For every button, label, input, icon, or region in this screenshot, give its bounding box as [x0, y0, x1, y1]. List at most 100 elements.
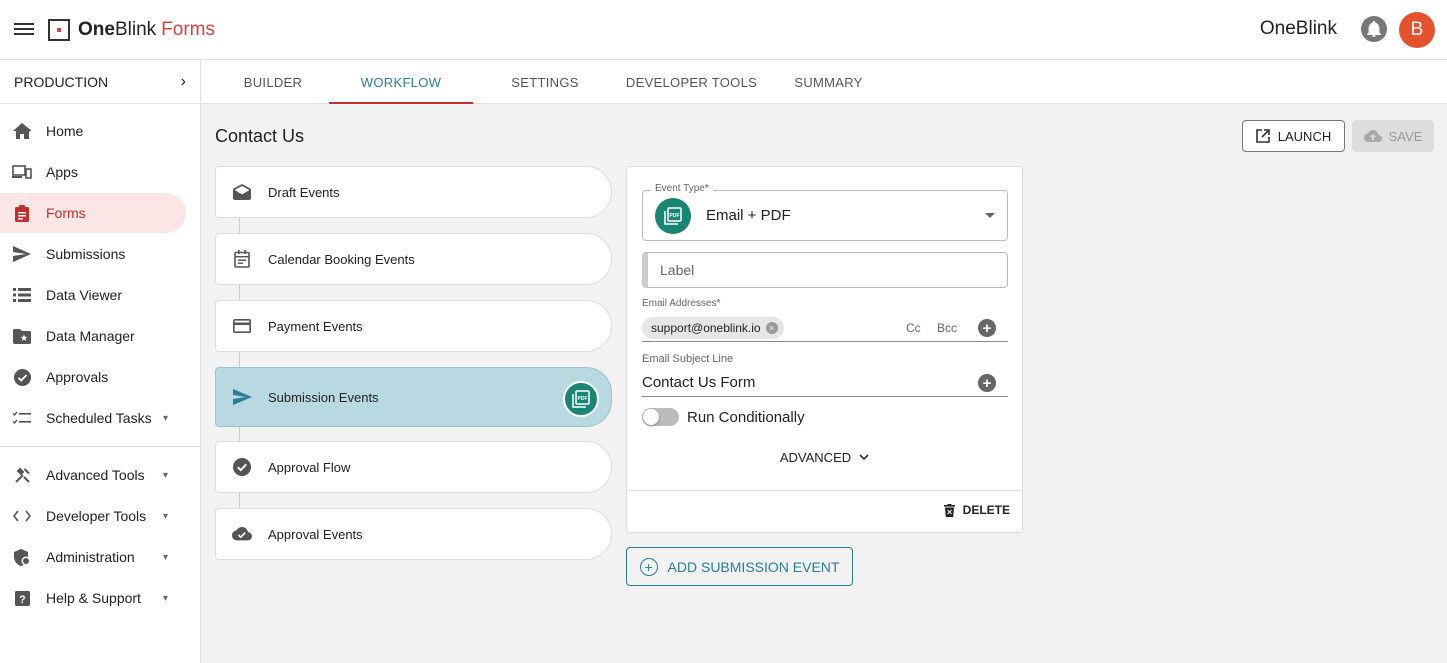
- advanced-toggle-button[interactable]: ADVANCED: [627, 450, 1022, 465]
- sidebar-item-data-viewer[interactable]: Data Viewer: [0, 275, 186, 315]
- calendar-icon: [232, 249, 252, 269]
- chevron-down-icon: ▾: [162, 412, 168, 424]
- sidebar-item-label: Home: [46, 123, 84, 139]
- sidebar-item-administration[interactable]: Administration ▾: [0, 537, 186, 577]
- sidebar-item-data-manager[interactable]: Data Manager: [0, 316, 186, 356]
- event-payment-events[interactable]: Payment Events: [215, 300, 612, 352]
- connector-line: [239, 285, 240, 300]
- sidebar-item-approvals[interactable]: Approvals: [0, 357, 186, 397]
- sidebar-divider: [0, 446, 201, 447]
- sidebar-item-submissions[interactable]: Submissions: [0, 234, 186, 274]
- environment-label: PRODUCTION: [14, 73, 109, 90]
- clipboard-icon: [12, 203, 32, 223]
- home-icon: [12, 121, 32, 141]
- event-calendar-booking-events[interactable]: Calendar Booking Events: [215, 233, 612, 285]
- event-draft-events[interactable]: Draft Events: [215, 166, 612, 218]
- add-variable-icon[interactable]: +: [978, 374, 996, 392]
- email-subject-value: Contact Us Form: [642, 374, 756, 391]
- logo-text-blink: Blink: [114, 19, 157, 40]
- event-submission-events[interactable]: Submission Events PDF: [215, 367, 612, 427]
- menu-icon[interactable]: [14, 20, 34, 40]
- app-logo[interactable]: OneBlink Forms: [48, 18, 215, 42]
- devices-icon: [12, 162, 32, 182]
- admin-icon: [12, 547, 32, 567]
- dropdown-arrow-icon: [985, 213, 995, 218]
- logo-mark-icon: [48, 19, 70, 41]
- user-avatar[interactable]: B: [1399, 12, 1435, 48]
- sidebar-item-label: Administration: [46, 549, 135, 565]
- chevron-down-icon: ▾: [162, 469, 168, 481]
- list-icon: [12, 285, 32, 305]
- add-submission-event-button[interactable]: + ADD SUBMISSION EVENT: [626, 547, 853, 586]
- form-tabs: BUILDER WORKFLOW SETTINGS DEVELOPER TOOL…: [201, 60, 1447, 104]
- bcc-button[interactable]: Bcc: [937, 321, 957, 335]
- svg-text:PDF: PDF: [670, 213, 680, 219]
- delete-button[interactable]: DELETE: [943, 503, 1010, 517]
- trash-icon: [943, 503, 955, 517]
- sidebar-item-label: Scheduled Tasks: [46, 410, 152, 426]
- save-button[interactable]: SAVE: [1352, 120, 1434, 152]
- pdf-icon: PDF: [655, 198, 691, 234]
- launch-button-label: LAUNCH: [1277, 128, 1332, 144]
- sidebar-item-forms[interactable]: Forms: [0, 193, 186, 233]
- event-type-label: Event Type*: [651, 183, 713, 194]
- tab-summary[interactable]: SUMMARY: [766, 60, 891, 104]
- chevron-down-icon: [859, 454, 869, 461]
- event-label: Calendar Booking Events: [268, 251, 415, 267]
- sidebar-nav: Home Apps Forms Submissions Data Viewer …: [0, 104, 201, 618]
- sidebar-item-advanced-tools[interactable]: Advanced Tools ▾: [0, 455, 186, 495]
- sidebar-item-home[interactable]: Home: [0, 111, 186, 151]
- svg-text:?: ?: [19, 594, 26, 606]
- event-approval-flow[interactable]: Approval Flow: [215, 441, 612, 493]
- sidebar-item-apps[interactable]: Apps: [0, 152, 186, 192]
- chevron-right-icon: ›: [180, 72, 186, 90]
- email-addresses-field[interactable]: support@oneblink.io × Cc Bcc +: [642, 312, 1008, 342]
- connector-line: [239, 218, 240, 233]
- add-submission-event-label: ADD SUBMISSION EVENT: [667, 558, 840, 575]
- event-label: Approval Flow: [268, 459, 351, 475]
- launch-button[interactable]: LAUNCH: [1242, 120, 1345, 152]
- sidebar-item-label: Help & Support: [46, 590, 141, 606]
- sidebar-item-scheduled-tasks[interactable]: Scheduled Tasks ▾: [0, 398, 186, 438]
- tab-workflow[interactable]: WORKFLOW: [329, 60, 473, 104]
- notifications-bell-icon[interactable]: [1361, 16, 1387, 42]
- sidebar-item-label: Data Viewer: [46, 287, 123, 303]
- chevron-down-icon: ▾: [162, 592, 168, 604]
- sidebar-item-help-support[interactable]: ? Help & Support ▾: [0, 578, 186, 618]
- tab-settings[interactable]: SETTINGS: [473, 60, 617, 104]
- email-addresses-label: Email Addresses*: [642, 298, 721, 309]
- add-email-icon[interactable]: +: [978, 319, 996, 337]
- tab-developer-tools[interactable]: DEVELOPER TOOLS: [617, 60, 766, 104]
- cc-button[interactable]: Cc: [906, 321, 921, 335]
- sidebar-item-label: Data Manager: [46, 328, 135, 344]
- label-input[interactable]: [642, 252, 1008, 288]
- logo-text-forms: Forms: [161, 19, 215, 40]
- credit-card-icon: [232, 316, 252, 336]
- logo-text-one: One: [78, 19, 115, 40]
- sidebar-item-label: Apps: [46, 164, 78, 180]
- environment-selector[interactable]: PRODUCTION ›: [0, 60, 200, 104]
- sidebar-item-label: Advanced Tools: [46, 467, 145, 483]
- run-conditionally-row: Run Conditionally: [642, 408, 805, 426]
- org-name: OneBlink: [1259, 18, 1337, 39]
- code-icon: [12, 506, 32, 526]
- chevron-down-icon: ▾: [162, 510, 168, 522]
- email-chip[interactable]: support@oneblink.io ×: [642, 317, 784, 339]
- sidebar-item-developer-tools[interactable]: Developer Tools ▾: [0, 496, 186, 536]
- sidebar-item-label: Forms: [46, 205, 86, 221]
- event-approval-events[interactable]: Approval Events: [215, 508, 612, 560]
- page-title: Contact Us: [215, 126, 305, 146]
- folder-star-icon: [12, 326, 32, 346]
- check-circle-icon: [12, 367, 32, 387]
- event-detail-panel: Event Type* PDF Email + PDF Email Addres…: [626, 166, 1023, 533]
- tab-builder[interactable]: BUILDER: [217, 60, 329, 104]
- run-conditionally-toggle[interactable]: [642, 408, 679, 426]
- tools-icon: [12, 465, 32, 485]
- sidebar-item-label: Submissions: [46, 246, 126, 262]
- event-type-select[interactable]: Event Type* PDF Email + PDF: [642, 183, 1008, 241]
- check-circle-icon: [232, 457, 252, 477]
- email-chip-label: support@oneblink.io: [651, 321, 761, 335]
- remove-chip-icon[interactable]: ×: [765, 322, 778, 334]
- email-subject-field[interactable]: Contact Us Form +: [642, 368, 1008, 397]
- save-button-label: SAVE: [1388, 128, 1423, 144]
